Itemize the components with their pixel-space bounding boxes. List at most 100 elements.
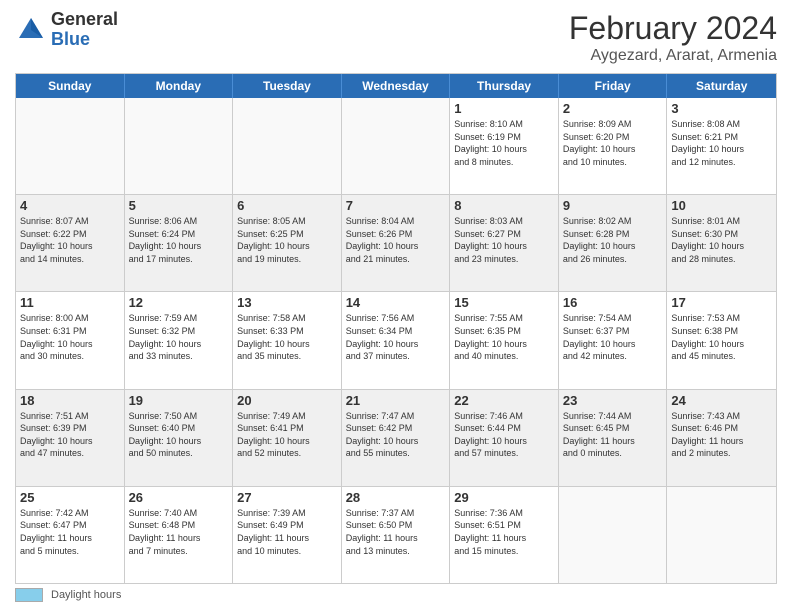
weekday-header: Friday <box>559 74 668 98</box>
calendar-cell: 11Sunrise: 8:00 AM Sunset: 6:31 PM Dayli… <box>16 292 125 388</box>
day-info: Sunrise: 7:46 AM Sunset: 6:44 PM Dayligh… <box>454 410 554 460</box>
day-number: 14 <box>346 295 446 310</box>
calendar-cell <box>667 487 776 583</box>
calendar-cell: 10Sunrise: 8:01 AM Sunset: 6:30 PM Dayli… <box>667 195 776 291</box>
calendar-cell <box>342 98 451 194</box>
day-info: Sunrise: 8:09 AM Sunset: 6:20 PM Dayligh… <box>563 118 663 168</box>
day-number: 8 <box>454 198 554 213</box>
weekday-header: Tuesday <box>233 74 342 98</box>
calendar-cell: 21Sunrise: 7:47 AM Sunset: 6:42 PM Dayli… <box>342 390 451 486</box>
day-number: 6 <box>237 198 337 213</box>
calendar-cell: 19 Sunrise: 7:50 AM Sunset: 6:40 PM Dayli… <box>125 390 234 486</box>
calendar-cell: 18Sunrise: 7:51 AM Sunset: 6:39 PM Dayli… <box>16 390 125 486</box>
calendar-week: 18Sunrise: 7:51 AM Sunset: 6:39 PM Dayli… <box>16 390 776 487</box>
day-number: 25 <box>20 490 120 505</box>
day-number: 26 <box>129 490 229 505</box>
day-info: Sunrise: 8:07 AM Sunset: 6:22 PM Dayligh… <box>20 215 120 265</box>
main-title: February 2024 <box>569 10 777 47</box>
calendar-cell: 26 Sunrise: 7:40 AM Sunset: 6:48 PM Dayli… <box>125 487 234 583</box>
day-info: Sunrise: 7:50 AM Sunset: 6:40 PM Dayligh… <box>129 410 229 460</box>
calendar-cell: 3Sunrise: 8:08 AM Sunset: 6:21 PM Daylig… <box>667 98 776 194</box>
day-number: 7 <box>346 198 446 213</box>
day-info: Sunrise: 8:02 AM Sunset: 6:28 PM Dayligh… <box>563 215 663 265</box>
day-number: 5 <box>129 198 229 213</box>
day-info: Sunrise: 8:03 AM Sunset: 6:27 PM Dayligh… <box>454 215 554 265</box>
day-number: 12 <box>129 295 229 310</box>
calendar-cell <box>125 98 234 194</box>
day-number: 19 <box>129 393 229 408</box>
calendar-cell: 5 Sunrise: 8:06 AM Sunset: 6:24 PM Daylig… <box>125 195 234 291</box>
day-number: 2 <box>563 101 663 116</box>
title-section: February 2024 Aygezard, Ararat, Armenia <box>569 10 777 65</box>
calendar-week: 25 Sunrise: 7:42 AM Sunset: 6:47 PM Dayli… <box>16 487 776 583</box>
calendar-cell: 15Sunrise: 7:55 AM Sunset: 6:35 PM Dayli… <box>450 292 559 388</box>
day-info: Sunrise: 7:49 AM Sunset: 6:41 PM Dayligh… <box>237 410 337 460</box>
day-number: 9 <box>563 198 663 213</box>
calendar-cell: 8 Sunrise: 8:03 AM Sunset: 6:27 PM Daylig… <box>450 195 559 291</box>
weekday-header: Wednesday <box>342 74 451 98</box>
day-number: 22 <box>454 393 554 408</box>
day-number: 13 <box>237 295 337 310</box>
day-info: Sunrise: 7:51 AM Sunset: 6:39 PM Dayligh… <box>20 410 120 460</box>
day-number: 24 <box>671 393 772 408</box>
calendar-cell: 20 Sunrise: 7:49 AM Sunset: 6:41 PM Dayli… <box>233 390 342 486</box>
calendar-cell: 27Sunrise: 7:39 AM Sunset: 6:49 PM Dayli… <box>233 487 342 583</box>
day-number: 23 <box>563 393 663 408</box>
day-info: Sunrise: 7:40 AM Sunset: 6:48 PM Dayligh… <box>129 507 229 557</box>
calendar-cell: 24 Sunrise: 7:43 AM Sunset: 6:46 PM Dayli… <box>667 390 776 486</box>
weekday-header: Monday <box>125 74 234 98</box>
weekday-header: Saturday <box>667 74 776 98</box>
daylight-label: Daylight hours <box>51 589 121 601</box>
calendar-cell <box>559 487 668 583</box>
calendar-cell: 12 Sunrise: 7:59 AM Sunset: 6:32 PM Dayli… <box>125 292 234 388</box>
calendar-body: 1 Sunrise: 8:10 AM Sunset: 6:19 PM Daylig… <box>16 98 776 583</box>
calendar-cell: 14 Sunrise: 7:56 AM Sunset: 6:34 PM Dayli… <box>342 292 451 388</box>
day-info: Sunrise: 7:58 AM Sunset: 6:33 PM Dayligh… <box>237 312 337 362</box>
day-info: Sunrise: 8:05 AM Sunset: 6:25 PM Dayligh… <box>237 215 337 265</box>
weekday-header: Thursday <box>450 74 559 98</box>
day-info: Sunrise: 7:56 AM Sunset: 6:34 PM Dayligh… <box>346 312 446 362</box>
day-info: Sunrise: 7:42 AM Sunset: 6:47 PM Dayligh… <box>20 507 120 557</box>
calendar-cell: 29 Sunrise: 7:36 AM Sunset: 6:51 PM Dayli… <box>450 487 559 583</box>
day-info: Sunrise: 8:06 AM Sunset: 6:24 PM Dayligh… <box>129 215 229 265</box>
logo-icon <box>15 14 47 46</box>
day-number: 10 <box>671 198 772 213</box>
calendar-cell: 17Sunrise: 7:53 AM Sunset: 6:38 PM Dayli… <box>667 292 776 388</box>
calendar-cell: 13 Sunrise: 7:58 AM Sunset: 6:33 PM Dayli… <box>233 292 342 388</box>
day-number: 21 <box>346 393 446 408</box>
day-info: Sunrise: 8:04 AM Sunset: 6:26 PM Dayligh… <box>346 215 446 265</box>
calendar-header: SundayMondayTuesdayWednesdayThursdayFrid… <box>16 74 776 98</box>
day-info: Sunrise: 7:43 AM Sunset: 6:46 PM Dayligh… <box>671 410 772 460</box>
calendar: SundayMondayTuesdayWednesdayThursdayFrid… <box>15 73 777 584</box>
calendar-week: 1 Sunrise: 8:10 AM Sunset: 6:19 PM Daylig… <box>16 98 776 195</box>
calendar-week: 11Sunrise: 8:00 AM Sunset: 6:31 PM Dayli… <box>16 292 776 389</box>
day-number: 1 <box>454 101 554 116</box>
day-info: Sunrise: 8:00 AM Sunset: 6:31 PM Dayligh… <box>20 312 120 362</box>
calendar-week: 4 Sunrise: 8:07 AM Sunset: 6:22 PM Daylig… <box>16 195 776 292</box>
calendar-cell: 1 Sunrise: 8:10 AM Sunset: 6:19 PM Daylig… <box>450 98 559 194</box>
daylight-swatch <box>15 588 43 602</box>
calendar-cell: 6 Sunrise: 8:05 AM Sunset: 6:25 PM Daylig… <box>233 195 342 291</box>
calendar-cell: 28Sunrise: 7:37 AM Sunset: 6:50 PM Dayli… <box>342 487 451 583</box>
day-info: Sunrise: 7:55 AM Sunset: 6:35 PM Dayligh… <box>454 312 554 362</box>
logo: General Blue <box>15 10 118 50</box>
calendar-cell: 7 Sunrise: 8:04 AM Sunset: 6:26 PM Daylig… <box>342 195 451 291</box>
calendar-cell <box>16 98 125 194</box>
calendar-cell: 16Sunrise: 7:54 AM Sunset: 6:37 PM Dayli… <box>559 292 668 388</box>
calendar-cell: 25 Sunrise: 7:42 AM Sunset: 6:47 PM Dayli… <box>16 487 125 583</box>
calendar-cell: 22 Sunrise: 7:46 AM Sunset: 6:44 PM Dayli… <box>450 390 559 486</box>
calendar-cell: 2 Sunrise: 8:09 AM Sunset: 6:20 PM Daylig… <box>559 98 668 194</box>
day-number: 20 <box>237 393 337 408</box>
day-number: 29 <box>454 490 554 505</box>
day-info: Sunrise: 7:36 AM Sunset: 6:51 PM Dayligh… <box>454 507 554 557</box>
day-info: Sunrise: 7:39 AM Sunset: 6:49 PM Dayligh… <box>237 507 337 557</box>
calendar-cell <box>233 98 342 194</box>
logo-text: General Blue <box>51 10 118 50</box>
day-info: Sunrise: 7:53 AM Sunset: 6:38 PM Dayligh… <box>671 312 772 362</box>
weekday-header: Sunday <box>16 74 125 98</box>
day-info: Sunrise: 8:10 AM Sunset: 6:19 PM Dayligh… <box>454 118 554 168</box>
day-number: 4 <box>20 198 120 213</box>
logo-blue-text: Blue <box>51 30 118 50</box>
day-number: 16 <box>563 295 663 310</box>
day-info: Sunrise: 7:59 AM Sunset: 6:32 PM Dayligh… <box>129 312 229 362</box>
